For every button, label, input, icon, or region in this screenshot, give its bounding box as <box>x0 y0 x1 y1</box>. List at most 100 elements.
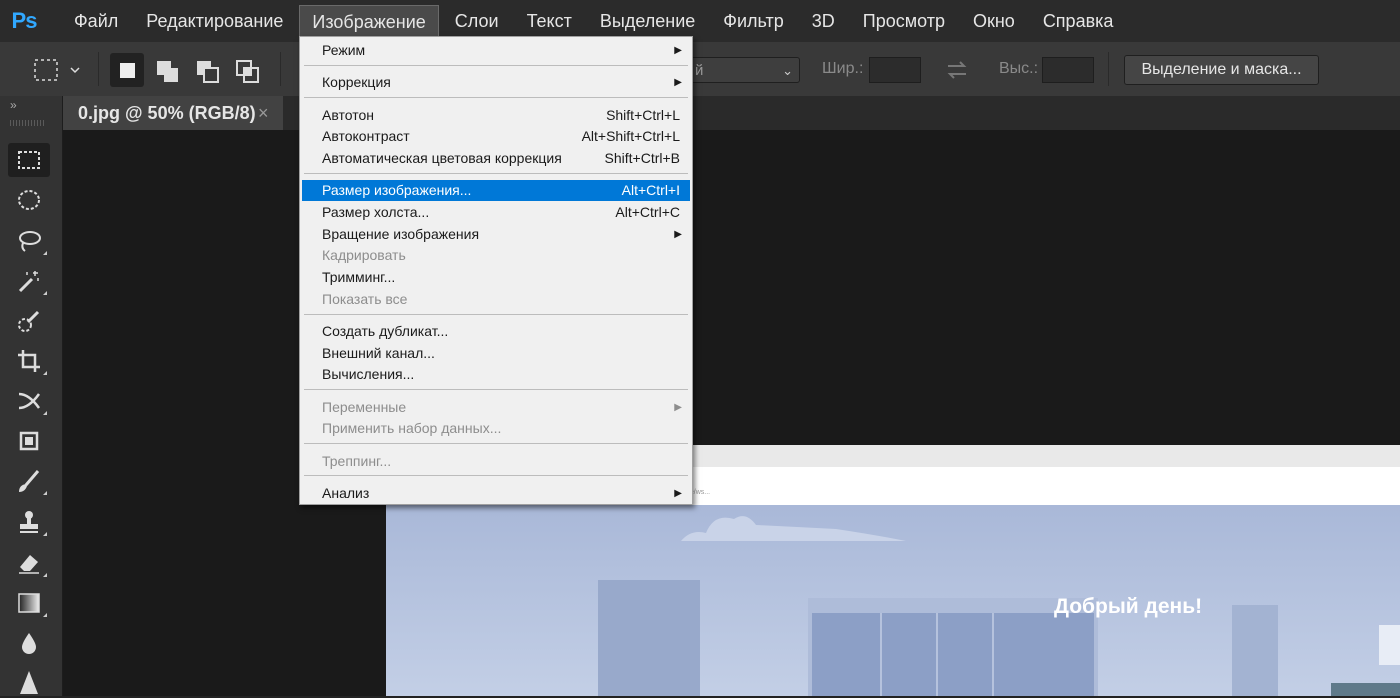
document-tab[interactable]: 0.jpg @ 50% (RGB/8) <box>63 96 283 130</box>
menu-separator <box>304 314 688 315</box>
width-label: Шир.: <box>822 60 864 77</box>
menu-item-label: Применить набор данных... <box>322 420 502 436</box>
height-field[interactable] <box>1042 57 1094 83</box>
height-label: Выс.: <box>999 60 1039 77</box>
clone-stamp-tool[interactable] <box>8 505 50 539</box>
subtract-selection-icon <box>197 61 219 83</box>
menu-item-label: Кадрировать <box>322 247 406 263</box>
menu-item-shortcut: Alt+Ctrl+I <box>621 182 680 198</box>
menu-select[interactable]: Выделение <box>588 5 707 37</box>
menu-item-mode[interactable]: Режим ▶ <box>302 40 690 61</box>
menu-item-label: Вращение изображения <box>322 226 480 242</box>
tool-flyout-indicator <box>43 532 47 536</box>
menu-item-image-size[interactable]: Размер изображения... Alt+Ctrl+I <box>302 180 690 201</box>
menu-item-shortcut: Alt+Shift+Ctrl+L <box>581 128 680 144</box>
menu-item-duplicate[interactable]: Создать дубликат... <box>302 321 690 342</box>
menu-window[interactable]: Окно <box>961 5 1027 37</box>
magic-wand-icon <box>18 271 39 293</box>
intersect-selection-button[interactable] <box>230 53 266 89</box>
expand-panel-icon[interactable]: » <box>10 98 17 112</box>
menu-item-trim[interactable]: Тримминг... <box>302 267 690 288</box>
menu-image[interactable]: Изображение <box>299 4 439 38</box>
lasso-icon <box>19 231 41 252</box>
menu-filter[interactable]: Фильтр <box>711 5 795 37</box>
frame-cross-icon <box>18 392 41 410</box>
menu-item-apply-image[interactable]: Внешний канал... <box>302 343 690 364</box>
options-separator <box>1108 52 1109 86</box>
patch-tool[interactable] <box>8 424 50 458</box>
magic-wand-tool[interactable] <box>8 264 50 298</box>
building-graphic <box>1232 605 1278 696</box>
rect-marquee-preset-icon <box>34 59 80 81</box>
menu-item-label: Тримминг... <box>322 269 396 285</box>
menu-view[interactable]: Просмотр <box>851 5 957 37</box>
menu-separator <box>304 443 688 444</box>
menu-item-adjustments[interactable]: Коррекция ▶ <box>302 72 690 93</box>
frame-tool[interactable] <box>8 384 50 418</box>
menu-item-apply-data-set: Применить набор данных... <box>302 418 690 439</box>
menu-3d[interactable]: 3D <box>800 5 847 37</box>
close-tab-icon[interactable]: × <box>258 96 269 130</box>
lasso-tool[interactable] <box>8 224 50 258</box>
menu-item-analysis[interactable]: Анализ ▶ <box>302 483 690 504</box>
quick-selection-tool[interactable] <box>8 304 50 338</box>
brush-tool[interactable] <box>8 464 50 498</box>
menu-item-auto-color[interactable]: Автоматическая цветовая коррекция Shift+C… <box>302 148 690 169</box>
menu-item-canvas-size[interactable]: Размер холста... Alt+Ctrl+C <box>302 202 690 223</box>
quick-selection-brush-icon <box>18 310 40 332</box>
tool-flyout-indicator <box>43 411 47 415</box>
crop-tool[interactable] <box>8 344 50 378</box>
marquee-preset-button[interactable] <box>30 55 80 91</box>
menu-item-label: Автотон <box>322 107 374 123</box>
submenu-arrow-icon: ▶ <box>674 45 682 56</box>
menu-type[interactable]: Текст <box>515 5 584 37</box>
style-select[interactable]: й ⌄ <box>690 57 800 83</box>
window-divider <box>992 613 994 696</box>
menu-item-label: Размер холста... <box>322 204 430 220</box>
chevron-down-icon: ⌄ <box>782 63 793 78</box>
rect-marquee-icon <box>18 151 40 169</box>
menu-help[interactable]: Справка <box>1031 5 1126 37</box>
tool-flyout-indicator <box>43 291 47 295</box>
gradient-icon <box>18 593 40 613</box>
sharpen-tool[interactable] <box>8 664 50 698</box>
blur-tool[interactable] <box>8 626 50 660</box>
menu-item-label: Автоконтраст <box>322 128 410 144</box>
gradient-tool[interactable] <box>8 586 50 620</box>
swap-dimensions-button[interactable] <box>944 58 970 87</box>
window-divider <box>880 613 882 696</box>
menu-item-label: Внешний канал... <box>322 345 435 361</box>
building-glass-graphic <box>812 613 1094 696</box>
add-to-selection-button[interactable] <box>150 53 186 89</box>
elliptical-marquee-tool[interactable] <box>8 183 50 217</box>
submenu-arrow-icon: ▶ <box>674 488 682 499</box>
ellipse-marquee-icon <box>18 190 40 210</box>
rectangular-marquee-tool[interactable] <box>8 143 50 177</box>
add-to-selection-icon <box>157 61 178 82</box>
tool-flyout-indicator <box>43 371 47 375</box>
panel-grip[interactable] <box>10 120 46 126</box>
new-selection-button[interactable] <box>110 53 146 89</box>
menu-layer[interactable]: Слои <box>443 5 511 37</box>
eraser-tool[interactable] <box>8 546 50 580</box>
menu-item-auto-tone[interactable]: Автотон Shift+Ctrl+L <box>302 105 690 126</box>
swap-arrows-icon <box>947 61 967 79</box>
select-and-mask-button[interactable]: Выделение и маска... <box>1124 55 1319 85</box>
subtract-selection-button[interactable] <box>190 53 226 89</box>
cloud-graphic <box>681 516 906 541</box>
menu-item-trap: Треппинг... <box>302 451 690 472</box>
menu-item-label: Переменные <box>322 399 407 415</box>
menu-item-image-rotation[interactable]: Вращение изображения ▶ <box>302 224 690 245</box>
submenu-arrow-icon: ▶ <box>674 77 682 88</box>
menu-item-auto-contrast[interactable]: Автоконтраст Alt+Shift+Ctrl+L <box>302 126 690 147</box>
menu-item-shortcut: Shift+Ctrl+B <box>604 150 680 166</box>
menu-separator <box>304 173 688 174</box>
menu-item-calculations[interactable]: Вычисления... <box>302 364 690 385</box>
width-field[interactable] <box>869 57 921 83</box>
tool-flyout-indicator <box>43 251 47 255</box>
menu-file[interactable]: Файл <box>62 5 130 37</box>
eraser-icon <box>19 555 39 574</box>
menu-edit[interactable]: Редактирование <box>134 5 295 37</box>
tool-flyout-indicator <box>43 491 47 495</box>
crop-icon <box>18 350 40 372</box>
